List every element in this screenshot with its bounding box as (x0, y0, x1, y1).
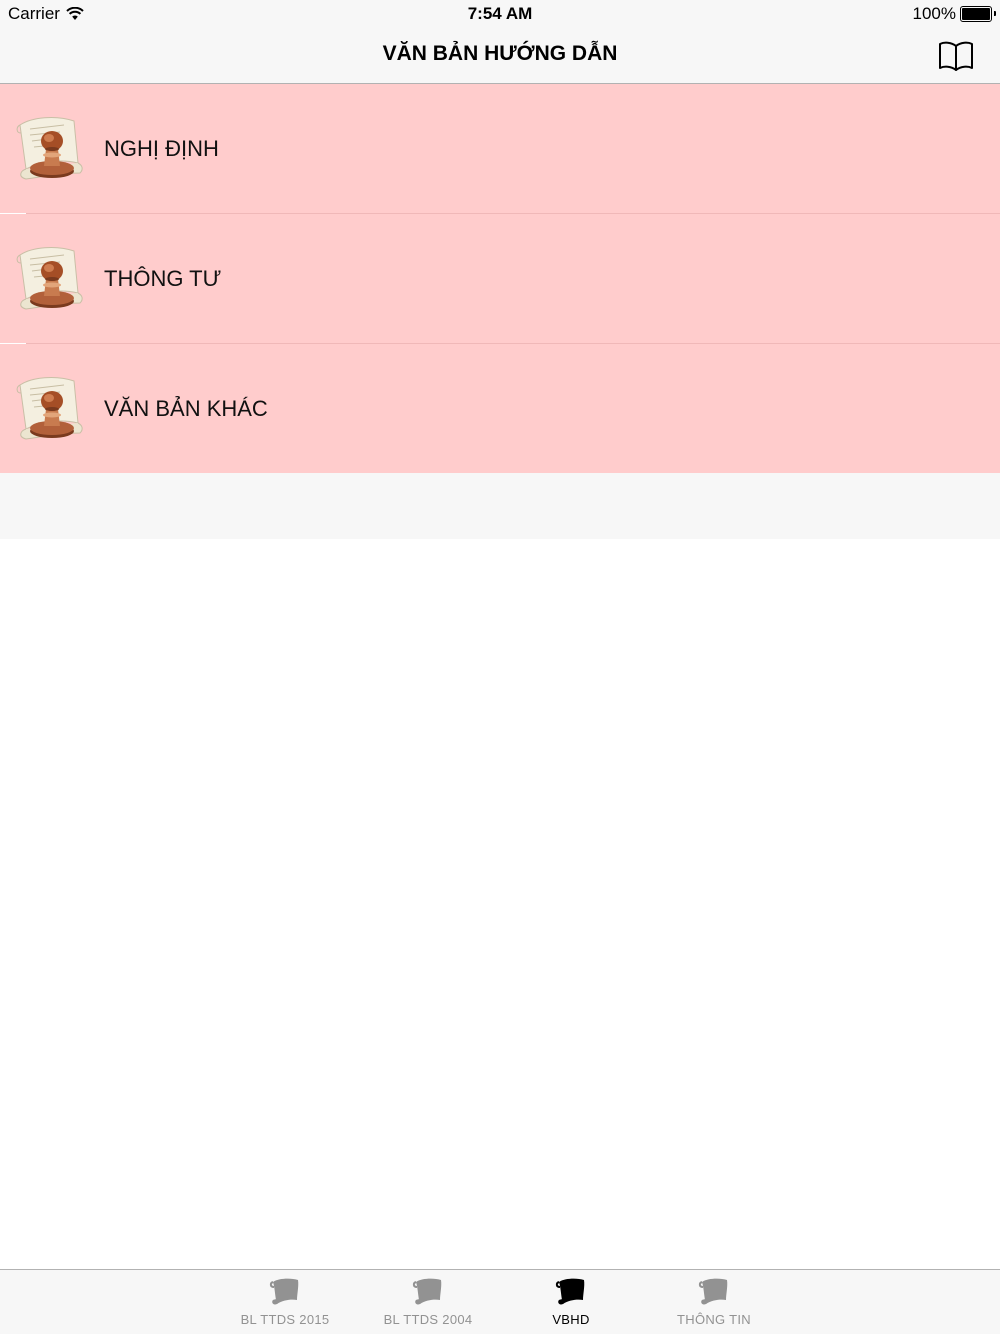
status-bar: Carrier 7:54 AM 100% (0, 0, 1000, 28)
battery-icon (960, 6, 996, 22)
list-item-label: VĂN BẢN KHÁC (104, 396, 268, 421)
page-title: VĂN BẢN HƯỚNG DẪN (382, 42, 618, 65)
battery-tip (994, 11, 996, 16)
tab-thông-tin[interactable]: THÔNG TIN (654, 1274, 774, 1332)
tab-label: THÔNG TIN (677, 1312, 751, 1327)
tab-vbhd[interactable]: VBHD (511, 1274, 631, 1332)
scroll-icon (368, 1274, 488, 1310)
tab-bl-ttds-2015[interactable]: BL TTDS 2015 (225, 1274, 345, 1332)
tab-label: VBHD (552, 1312, 590, 1327)
app-screen: Carrier 7:54 AM 100% VĂN BẢN HƯỚNG DẪN N… (0, 0, 1000, 1334)
list-item[interactable]: THÔNG TƯ (0, 214, 1000, 344)
status-time: 7:54 AM (467, 4, 533, 23)
tab-label: BL TTDS 2004 (383, 1312, 473, 1327)
stamp-scroll-icon (12, 241, 88, 317)
book-icon (939, 41, 973, 71)
battery-percent: 100% (912, 4, 956, 23)
tab-label: BL TTDS 2015 (240, 1312, 330, 1327)
stamp-scroll-icon (12, 371, 88, 447)
list-item[interactable]: NGHỊ ĐỊNH (0, 84, 1000, 214)
book-button[interactable] (936, 36, 976, 76)
scroll-icon (225, 1274, 345, 1310)
document-list: NGHỊ ĐỊNH THÔNG TƯ VĂN BẢN KHÁC (0, 84, 1000, 474)
battery-fill (962, 8, 990, 20)
list-footer (0, 473, 1000, 539)
tab-bl-ttds-2004[interactable]: BL TTDS 2004 (368, 1274, 488, 1332)
scroll-icon (654, 1274, 774, 1310)
tab-bar: BL TTDS 2015 BL TTDS 2004 VBHD THÔNG TIN (0, 1269, 1000, 1334)
list-item[interactable]: VĂN BẢN KHÁC (0, 344, 1000, 474)
list-item-label: NGHỊ ĐỊNH (104, 135, 219, 161)
navigation-bar: VĂN BẢN HƯỚNG DẪN (0, 28, 1000, 84)
stamp-scroll-icon (12, 111, 88, 187)
status-right: 100% (912, 4, 996, 24)
list-item-label: THÔNG TƯ (104, 265, 222, 291)
scroll-icon (511, 1274, 631, 1310)
